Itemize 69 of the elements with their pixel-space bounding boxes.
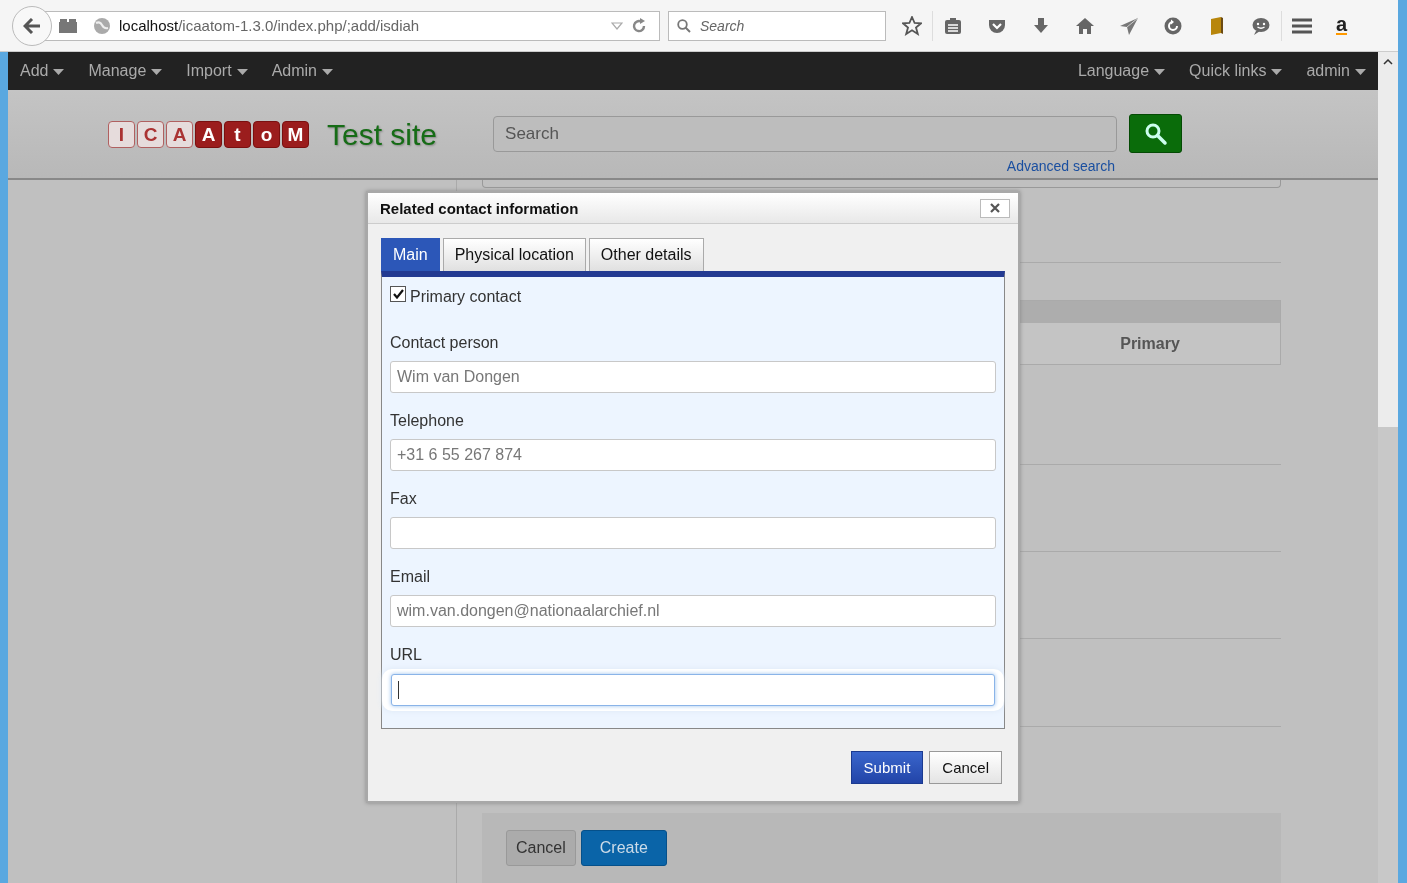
scrollbar-thumb[interactable] bbox=[1378, 427, 1398, 883]
site-title[interactable]: Test site bbox=[327, 118, 438, 152]
logo-letter: o bbox=[253, 121, 280, 148]
caret-icon bbox=[1355, 69, 1366, 75]
search-button[interactable] bbox=[1129, 114, 1183, 153]
caret-icon bbox=[1271, 69, 1283, 75]
checkbox-label: Primary contact bbox=[410, 288, 522, 306]
search-icon bbox=[1143, 121, 1168, 146]
tab[interactable]: Physical location bbox=[442, 238, 586, 271]
caret-icon bbox=[1154, 69, 1166, 75]
caret-icon bbox=[322, 69, 333, 75]
input-field[interactable]: Wim van Dongen bbox=[390, 361, 996, 393]
tab[interactable]: Other details bbox=[588, 238, 704, 271]
menu-icon[interactable] bbox=[1292, 17, 1312, 34]
logo-letter: C bbox=[137, 121, 164, 148]
caret-icon bbox=[236, 69, 248, 75]
nav-menu-link[interactable]: Import bbox=[174, 62, 260, 80]
logo-letter: I bbox=[108, 121, 135, 148]
field-label: Email bbox=[390, 568, 431, 586]
check-icon bbox=[392, 289, 404, 299]
reading-list-icon[interactable] bbox=[943, 15, 963, 36]
input-field[interactable] bbox=[390, 517, 996, 549]
logo-letter: A bbox=[195, 121, 222, 148]
search-field[interactable]: Search bbox=[493, 115, 1118, 152]
input-field[interactable]: +31 6 55 267 874 bbox=[390, 439, 996, 471]
globe-icon bbox=[93, 16, 111, 35]
dialog-title: Related contact information bbox=[380, 199, 579, 217]
nav-menu-link[interactable]: Language bbox=[1065, 62, 1178, 80]
input-field[interactable] bbox=[391, 674, 995, 706]
logo-letter: A bbox=[166, 121, 193, 148]
nav-menu-link[interactable]: Admin bbox=[259, 62, 345, 80]
field-label: Telephone bbox=[390, 412, 465, 430]
history-icon[interactable] bbox=[1163, 15, 1183, 36]
paper-plane-icon[interactable] bbox=[1119, 15, 1139, 36]
field-label: Fax bbox=[390, 490, 418, 508]
table-header-cell-text: Primary bbox=[1119, 333, 1181, 354]
cancel-button[interactable]: Cancel bbox=[929, 751, 1002, 784]
scroll-up-icon[interactable] bbox=[1383, 59, 1393, 65]
tab[interactable]: Main bbox=[381, 238, 440, 271]
chat-icon[interactable] bbox=[1251, 15, 1271, 36]
advanced-search-link[interactable]: Advanced search bbox=[1006, 158, 1116, 174]
scrollbar[interactable] bbox=[1378, 52, 1398, 883]
search-icon bbox=[677, 18, 691, 33]
bookmark-star-icon[interactable] bbox=[902, 15, 922, 36]
extension-button[interactable]: a bbox=[1336, 16, 1348, 35]
tabs-icon[interactable] bbox=[59, 18, 77, 33]
logo-letter: t bbox=[224, 121, 251, 148]
back-arrow-icon bbox=[23, 17, 41, 34]
nav-menu-link[interactable]: admin bbox=[1294, 62, 1378, 80]
field-label: URL bbox=[390, 646, 423, 664]
caret-icon bbox=[53, 69, 65, 75]
close-button[interactable] bbox=[980, 198, 1010, 218]
nav-menu-link[interactable]: Manage bbox=[76, 62, 175, 80]
submit-button[interactable]: Submit bbox=[850, 751, 924, 784]
home-icon[interactable] bbox=[1075, 15, 1095, 36]
logo-letter: M bbox=[282, 121, 309, 148]
close-icon bbox=[990, 203, 1000, 213]
cancel-button[interactable]: Cancel bbox=[506, 830, 576, 867]
caret-icon bbox=[151, 69, 163, 75]
nav-menu-link[interactable]: Quick links bbox=[1177, 62, 1295, 80]
reload-icon[interactable] bbox=[631, 17, 647, 34]
checkbox[interactable] bbox=[390, 286, 406, 302]
url-text[interactable]: localhost/icaatom-1.3.0/index.php/;add/isdiah bbox=[119, 17, 603, 34]
field-label: Contact person bbox=[390, 334, 500, 352]
back-button[interactable] bbox=[12, 5, 52, 46]
create-button[interactable]: Create bbox=[580, 830, 667, 867]
browser-search-field[interactable]: Search bbox=[668, 10, 886, 41]
nav-menu-link[interactable]: Add bbox=[8, 62, 77, 80]
input-field[interactable]: wim.van.dongen@nationaalarchief.nl bbox=[390, 595, 996, 627]
